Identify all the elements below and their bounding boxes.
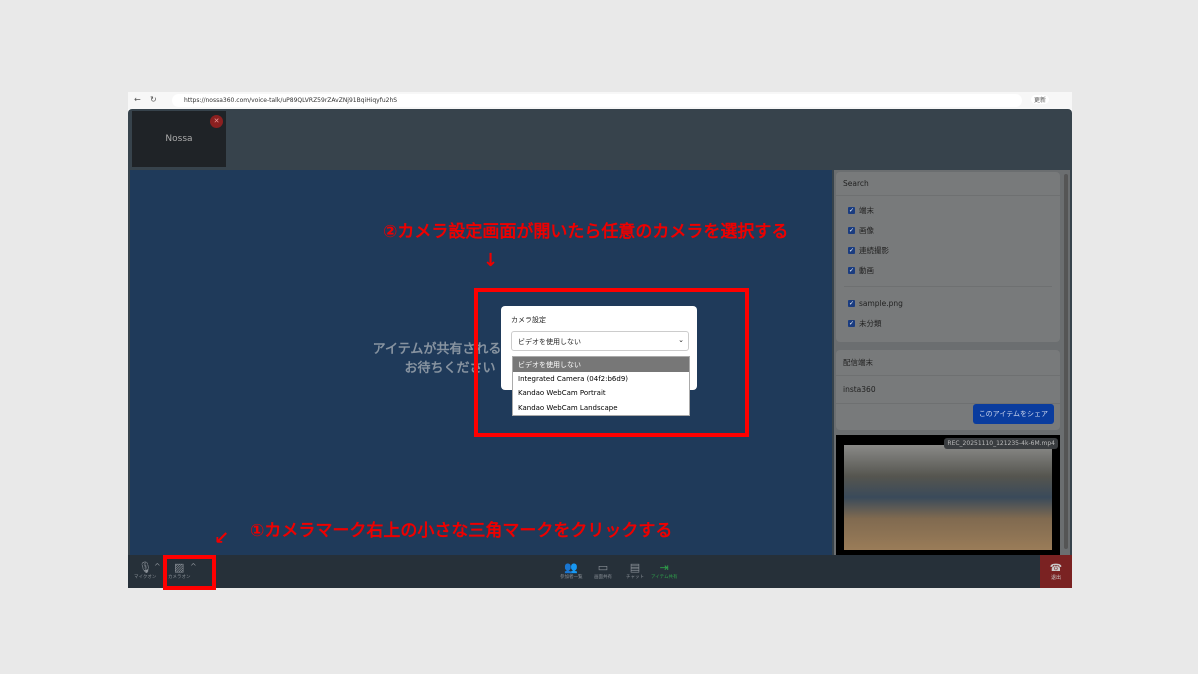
highlight-camera	[163, 555, 216, 590]
leave-button[interactable]: ☎ 退出	[1040, 555, 1072, 588]
reload-icon[interactable]: ↻	[150, 95, 157, 104]
mic-label: マイクオン	[134, 575, 157, 580]
file-label: 未分類	[859, 318, 882, 328]
highlight-modal	[474, 288, 749, 437]
checkbox-checked-icon: ✓	[848, 206, 855, 214]
leave-label: 退出	[1050, 575, 1061, 581]
checkbox-checked-icon: ✓	[848, 299, 855, 307]
item-share-label: アイテム共有	[651, 575, 678, 580]
hangup-icon: ☎	[1049, 563, 1063, 574]
annotation-step2: ②カメラ設定画面が開いたら任意のカメラを選択する	[383, 222, 789, 242]
mic-options-caret[interactable]: ^	[154, 562, 161, 571]
item-sidebar: Search ✓ 端末 ✓ 画像 ✓ 連続撮影 ✓ 動画 ✓ sample.png ✓ 未分…	[834, 170, 1070, 555]
checkbox-checked-icon: ✓	[848, 319, 855, 327]
filter-label: 画像	[859, 225, 874, 235]
filter-label: 連続撮影	[859, 245, 889, 255]
filter-label: 端末	[859, 205, 874, 215]
update-button[interactable]: 更新	[1031, 95, 1050, 104]
chat-label: チャット	[626, 575, 644, 580]
muted-mic-icon: ✕	[210, 115, 223, 128]
filter-card: Search ✓ 端末 ✓ 画像 ✓ 連続撮影 ✓ 動画 ✓ sample.png ✓ 未分…	[836, 172, 1060, 342]
checkbox-checked-icon: ✓	[848, 226, 855, 234]
video-filename: REC_20251110_121235-4k-6M.mp4	[944, 438, 1058, 449]
address-bar: ← ↻ https://nossa360.com/voice-talk/uP89…	[128, 92, 1072, 109]
checkbox-checked-icon: ✓	[848, 266, 855, 274]
file-checkbox[interactable]: ✓ sample.png	[836, 293, 1060, 313]
arrow-down-icon: ↓	[483, 250, 499, 271]
exit-share-icon: ⇥	[659, 561, 669, 574]
video-thumbnail[interactable]: REC_20251110_121235-4k-6M.mp4	[836, 435, 1060, 555]
device-name: insta360	[836, 376, 1060, 404]
arrow-diagonal-icon: ↙	[214, 528, 230, 549]
back-icon[interactable]: ←	[134, 95, 141, 104]
panorama-preview	[844, 445, 1052, 550]
annotation-step1: ①カメラマーク右上の小さな三角マークをクリックする	[250, 521, 673, 541]
screen-icon: ▭	[597, 561, 609, 574]
filter-checkbox[interactable]: ✓ 端末	[836, 200, 1060, 220]
checkbox-checked-icon: ✓	[848, 246, 855, 254]
sidebar-scrollbar[interactable]	[1064, 174, 1068, 549]
file-checkbox[interactable]: ✓ 未分類	[836, 313, 1060, 333]
filter-checkbox[interactable]: ✓ 動画	[836, 260, 1060, 280]
participant-name: Nossa	[165, 134, 193, 144]
file-label: sample.png	[859, 298, 903, 308]
url-field[interactable]: https://nossa360.com/voice-talk/uP89QLVR…	[172, 94, 1022, 107]
chat-button[interactable]: ▤ チャット	[626, 561, 644, 580]
share-item-button[interactable]: このアイテムをシェア	[972, 404, 1054, 424]
filter-label: 動画	[859, 265, 874, 275]
people-icon: 👥	[564, 561, 579, 574]
item-share-button[interactable]: ⇥ アイテム共有	[651, 561, 678, 580]
participant-tile: Nossa ✕	[132, 111, 226, 167]
device-card-title: 配信端末	[836, 350, 1060, 376]
device-card: 配信端末 insta360 このアイテムをシェア	[836, 350, 1060, 430]
filter-checkbox[interactable]: ✓ 連続撮影	[836, 240, 1060, 260]
chat-icon: ▤	[629, 561, 641, 574]
screen-share-label: 画面共有	[594, 575, 612, 580]
bottom-toolbar: 🎙 マイクオン ^ ▨ カメラオン ^ 👥 参加者一覧 ▭ 画面共有 ▤ チャット ⇥ アイ…	[128, 555, 1072, 588]
filter-checkbox[interactable]: ✓ 画像	[836, 220, 1060, 240]
search-header[interactable]: Search	[836, 172, 1060, 196]
screen-share-button[interactable]: ▭ 画面共有	[594, 561, 612, 580]
participants-label: 参加者一覧	[560, 575, 583, 580]
participants-button[interactable]: 👥 参加者一覧	[560, 561, 583, 580]
